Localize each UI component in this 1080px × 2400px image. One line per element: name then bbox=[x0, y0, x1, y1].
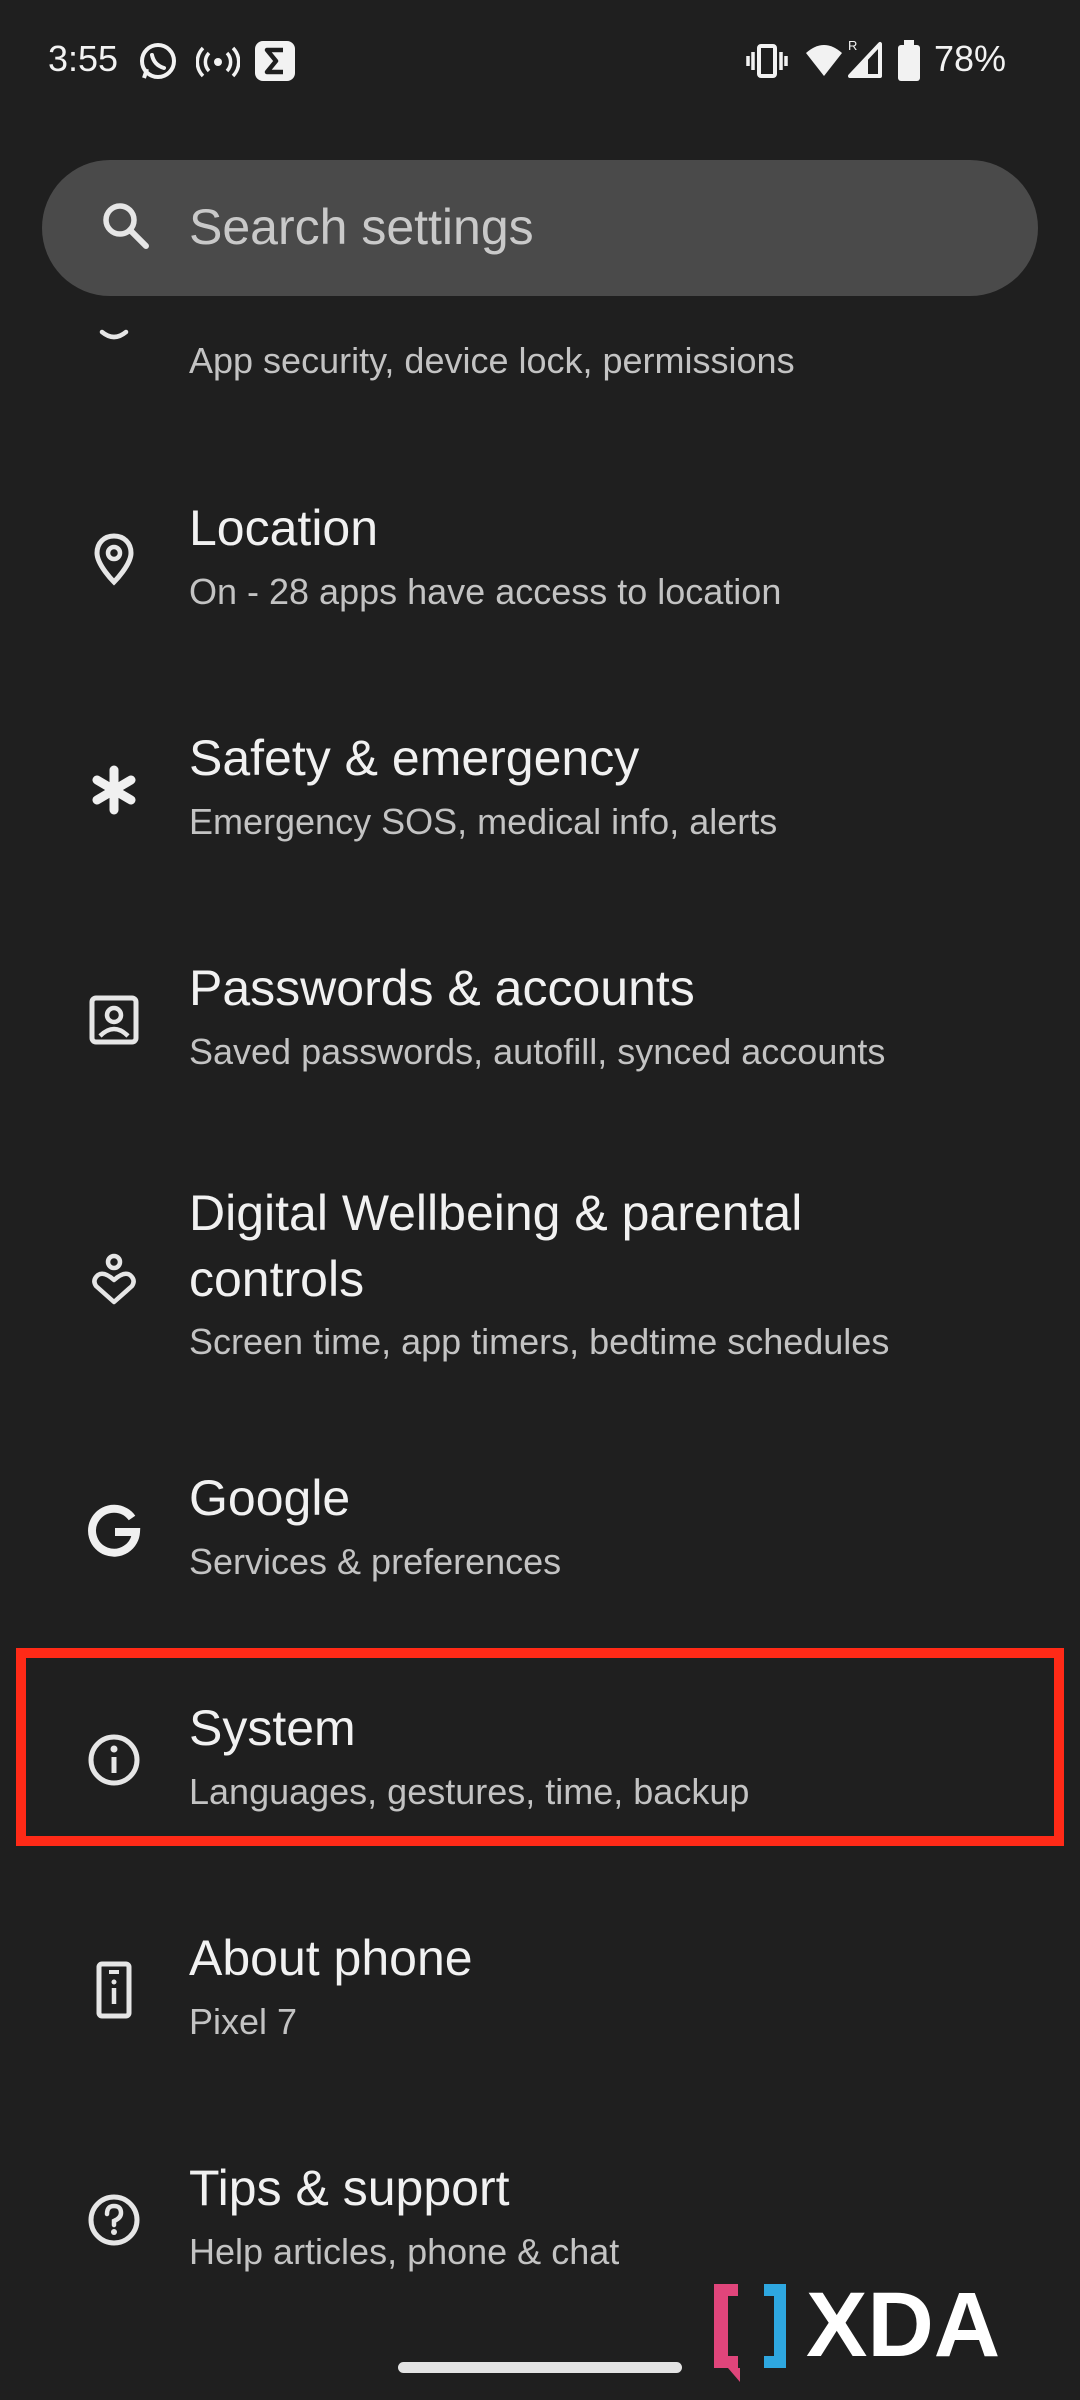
account-box-icon bbox=[82, 988, 146, 1052]
signal-icon: R bbox=[846, 38, 886, 85]
item-subtitle: Screen time, app timers, bedtime schedul… bbox=[189, 1321, 890, 1362]
xda-watermark-text: XDA bbox=[806, 2274, 1000, 2376]
item-title: Safety & emergency bbox=[189, 730, 640, 786]
item-subtitle: On - 28 apps have access to location bbox=[189, 571, 782, 612]
wifi-icon bbox=[804, 40, 844, 85]
settings-item-about-phone[interactable]: About phone Pixel 7 bbox=[0, 1900, 1080, 2100]
search-input[interactable]: Search settings bbox=[189, 198, 534, 256]
settings-item-google[interactable]: Google Services & preferences bbox=[0, 1440, 1080, 1640]
vibrate-icon bbox=[746, 40, 788, 87]
item-subtitle: Services & preferences bbox=[189, 1541, 562, 1582]
item-subtitle: Saved passwords, autofill, synced accoun… bbox=[189, 1031, 886, 1072]
home-indicator[interactable] bbox=[398, 2362, 682, 2373]
item-title: Google bbox=[189, 1470, 351, 1526]
sigma-app-icon bbox=[254, 40, 296, 87]
settings-item-safety-emergency[interactable]: Safety & emergency Emergency SOS, medica… bbox=[0, 700, 1080, 900]
item-subtitle: Pixel 7 bbox=[189, 2001, 298, 2042]
hotspot-icon bbox=[195, 40, 241, 89]
security-subtitle: App security, device lock, permissions bbox=[189, 340, 795, 381]
whatsapp-icon bbox=[136, 40, 180, 89]
settings-item-digital-wellbeing[interactable]: Digital Wellbeing & parental controls Sc… bbox=[0, 1160, 1080, 1420]
status-bar: 3:55 R 78% bbox=[0, 0, 1080, 120]
security-icon bbox=[96, 328, 132, 353]
battery-icon bbox=[896, 40, 922, 87]
item-title: Passwords & accounts bbox=[189, 960, 695, 1016]
help-circle-icon bbox=[82, 2188, 146, 2252]
phone-info-icon bbox=[82, 1958, 146, 2022]
status-time: 3:55 bbox=[48, 38, 119, 79]
asterisk-icon bbox=[82, 758, 146, 822]
item-title: Location bbox=[189, 500, 379, 556]
item-subtitle: Emergency SOS, medical info, alerts bbox=[189, 801, 778, 842]
highlight-box bbox=[16, 1648, 1064, 1846]
item-title-line2: controls bbox=[189, 1251, 365, 1307]
item-title: Tips & support bbox=[189, 2160, 510, 2216]
svg-text:R: R bbox=[848, 40, 857, 53]
item-title-line1: Digital Wellbeing & parental bbox=[189, 1185, 803, 1241]
settings-item-location[interactable]: Location On - 28 apps have access to loc… bbox=[0, 470, 1080, 670]
item-title: About phone bbox=[189, 1930, 473, 1986]
wellbeing-icon bbox=[82, 1248, 146, 1312]
google-g-icon bbox=[82, 1498, 146, 1562]
item-subtitle: Help articles, phone & chat bbox=[189, 2231, 620, 2272]
location-pin-icon bbox=[82, 528, 146, 592]
xda-watermark-logo: XDA bbox=[706, 2270, 1056, 2395]
settings-item-passwords-accounts[interactable]: Passwords & accounts Saved passwords, au… bbox=[0, 930, 1080, 1130]
search-icon[interactable] bbox=[98, 198, 154, 259]
battery-percentage: 78% bbox=[934, 38, 1007, 79]
